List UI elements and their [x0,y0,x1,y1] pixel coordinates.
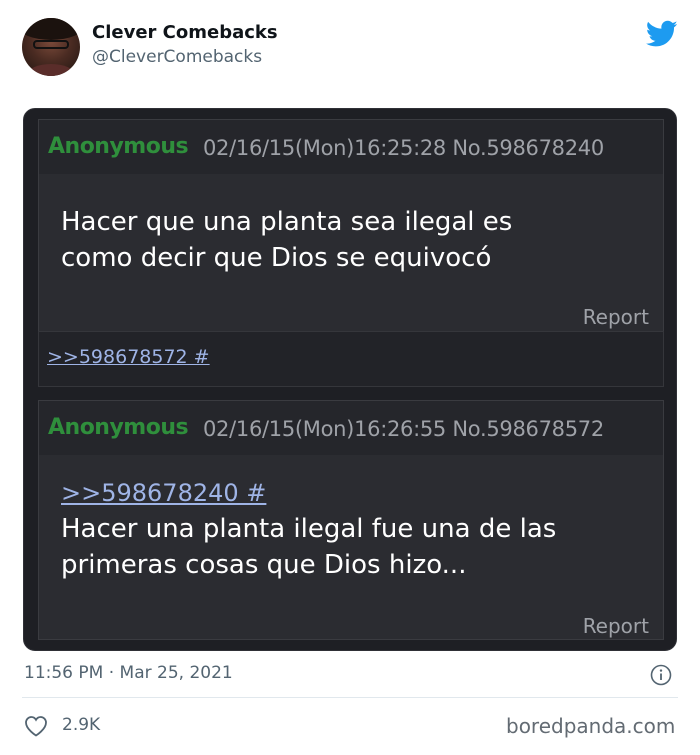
embedded-screenshot: Anonymous 02/16/15(Mon)16:25:28 No.59867… [23,108,677,651]
forum-post: Anonymous 02/16/15(Mon)16:26:55 No.59867… [38,400,664,640]
post-body: Hacer una planta ilegal fue una de las p… [61,511,651,583]
report-link[interactable]: Report [583,614,649,638]
like-count: 2.9K [62,715,101,735]
post-header: Anonymous 02/16/15(Mon)16:26:55 No.59867… [39,401,663,455]
tweet-header: Clever Comebacks @CleverComebacks [0,0,700,100]
quote-link[interactable]: >>598678240 # [61,479,266,507]
post-meta: 02/16/15(Mon)16:25:28 No.598678240 [203,136,604,160]
post-body-line: como decir que Dios se equivocó [61,243,492,273]
poster-name: Anonymous [48,134,189,159]
forum-post: Anonymous 02/16/15(Mon)16:25:28 No.59867… [38,119,664,335]
post-body-line: primeras cosas que Dios hizo... [61,550,467,580]
avatar-glasses [33,40,69,49]
divider [22,697,678,698]
avatar[interactable] [22,18,80,76]
tweet-timestamp[interactable]: 11:56 PM · Mar 25, 2021 [24,663,233,683]
post-body-line: Hacer una planta ilegal fue una de las [61,514,557,544]
backlink[interactable]: >>598678572 # [47,346,210,368]
post-meta: 02/16/15(Mon)16:26:55 No.598678572 [203,417,604,441]
watermark: boredpanda.com [506,714,676,738]
post-body-line: Hacer que una planta sea ilegal es [61,207,513,237]
info-icon[interactable] [650,664,672,686]
post-body: Hacer que una planta sea ilegal es como … [61,204,651,276]
display-name[interactable]: Clever Comebacks [92,22,278,43]
user-handle[interactable]: @CleverComebacks [92,47,262,67]
post-header: Anonymous 02/16/15(Mon)16:25:28 No.59867… [39,120,663,174]
report-link[interactable]: Report [583,305,649,329]
avatar-shirt [28,64,74,76]
heart-icon[interactable] [24,715,48,737]
twitter-bird-icon[interactable] [646,20,678,48]
poster-name: Anonymous [48,415,189,440]
backlink-row: >>598678572 # [38,331,664,387]
avatar-hair [22,18,80,40]
